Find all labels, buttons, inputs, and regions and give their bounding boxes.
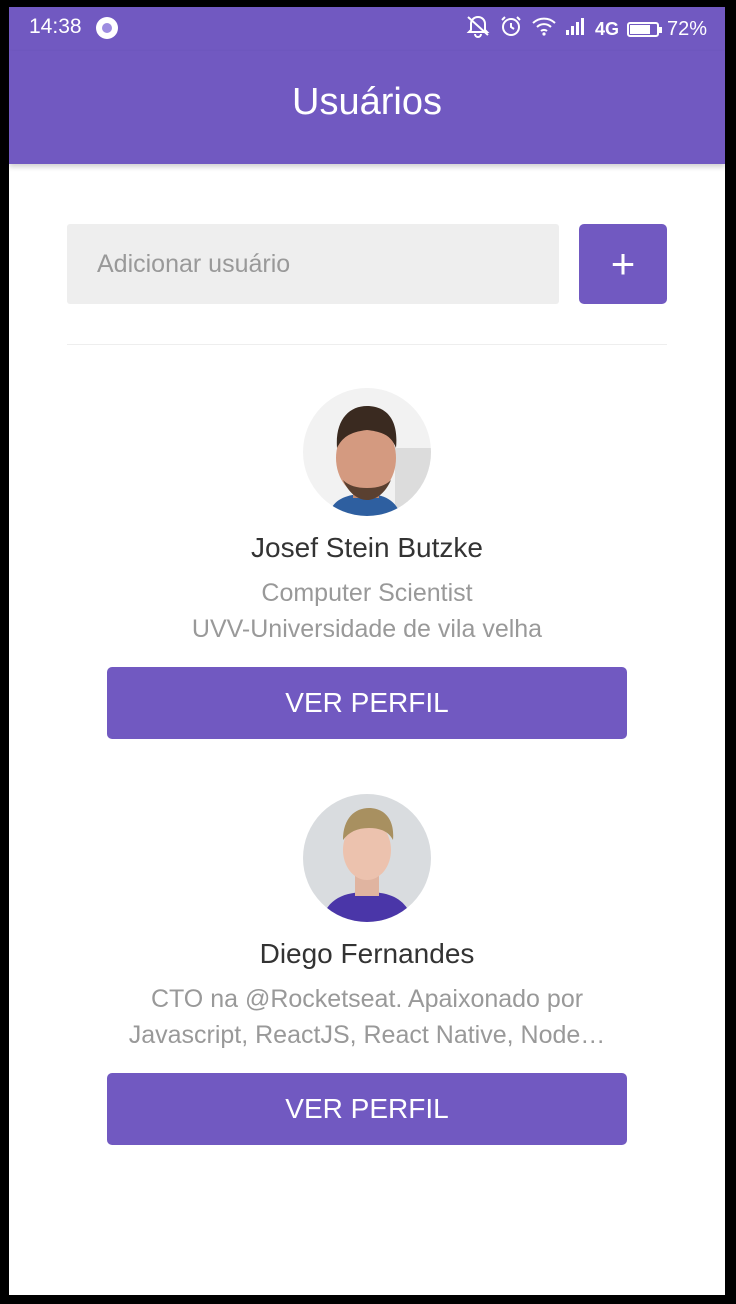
status-icons: 4G 72%	[465, 14, 707, 44]
divider	[67, 344, 667, 345]
battery-percent: 72%	[666, 17, 707, 40]
add-user-button[interactable]: +	[579, 224, 667, 304]
plus-icon: +	[610, 240, 636, 287]
app-header: Usuários	[9, 51, 725, 164]
avatar	[303, 794, 431, 922]
add-user-form: +	[67, 224, 667, 304]
wifi-icon	[531, 15, 557, 43]
status-bar: 14:38 4G 72%	[9, 7, 725, 51]
user-bio-line: UVV-Universidade de vila velha	[191, 615, 543, 643]
view-profile-button[interactable]: VER PERFIL	[107, 1073, 627, 1145]
device-frame: 14:38 4G 72% Usuários Adicionar usuário …	[0, 0, 736, 1304]
user-bio: CTO na @Rocketseat. Apaixonado por Javas…	[128, 985, 606, 1049]
app-screen: 14:38 4G 72% Usuários Adicionar usuário …	[9, 7, 725, 1295]
alarm-icon	[499, 14, 523, 44]
view-profile-button[interactable]: VER PERFIL	[107, 667, 627, 739]
user-bio-line: Computer Scientist	[261, 579, 473, 607]
user-card: Josef Stein Butzke Computer Scientist UV…	[107, 388, 627, 739]
status-time: 14:38	[29, 15, 82, 38]
network-type: 4G	[594, 18, 619, 39]
record-icon	[96, 17, 118, 39]
add-user-input[interactable]	[67, 224, 559, 304]
user-name: Diego Fernandes	[259, 938, 475, 969]
user-name: Josef Stein Butzke	[251, 532, 483, 563]
user-card: Diego Fernandes CTO na @Rocketseat. Apai…	[107, 794, 627, 1145]
user-bio: Computer Scientist UVV-Universidade de v…	[107, 575, 627, 647]
signal-icon	[565, 16, 587, 42]
page-title: Usuários	[292, 81, 442, 123]
battery-charging-icon	[626, 21, 662, 37]
avatar	[303, 388, 431, 516]
notifications-off-icon	[465, 14, 491, 44]
